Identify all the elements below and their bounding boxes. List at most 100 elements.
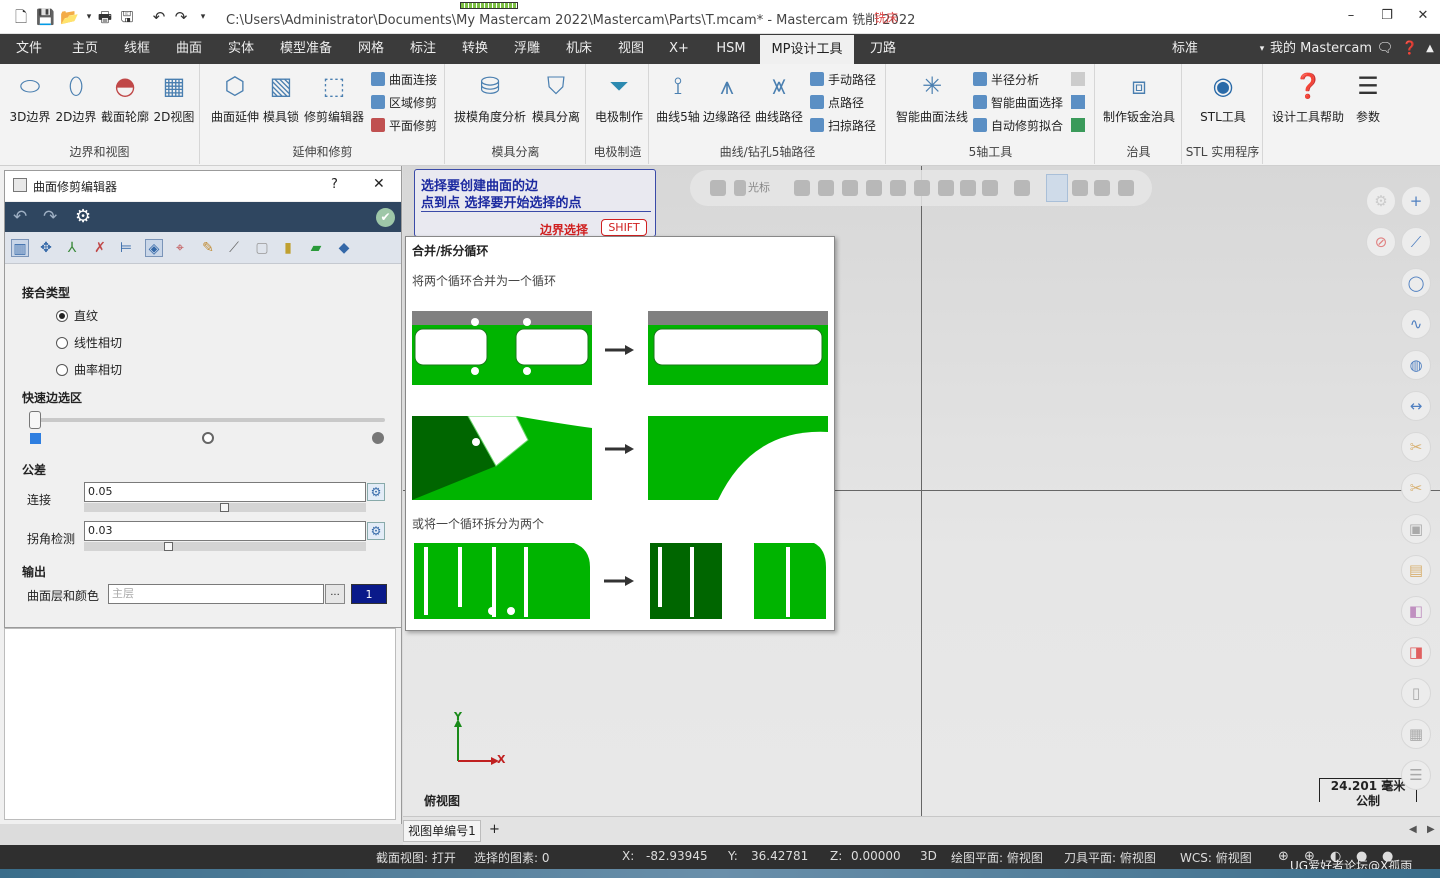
arrow-icon[interactable] <box>842 180 858 196</box>
radius-analysis-button[interactable]: 半径分析 <box>973 70 1039 90</box>
surface-join-button[interactable]: 曲面连接 <box>371 70 437 90</box>
tab-hsm[interactable]: HSM <box>708 34 754 64</box>
auto-trim-fit-button[interactable]: 自动修剪拟合 <box>973 116 1063 136</box>
break-circle-icon[interactable]: ✂ <box>1401 473 1431 503</box>
workspace-label[interactable]: 标准 <box>1160 34 1210 64</box>
tab-relief[interactable]: 浮雕 <box>504 34 550 64</box>
trim-editor-button[interactable]: ⬚ 修剪编辑器 <box>303 70 365 125</box>
extra-tool-icon[interactable] <box>1071 95 1085 109</box>
color-swatch-button[interactable]: 1 <box>351 584 387 604</box>
select-icon[interactable] <box>1072 180 1088 196</box>
open-icon[interactable]: 📂 <box>60 8 79 26</box>
account-link[interactable]: 我的 Mastercam <box>1270 34 1372 64</box>
stl-tools-button[interactable]: ◉ STL工具 <box>1187 70 1259 125</box>
select-icon[interactable] <box>960 180 976 196</box>
mold-lock-button[interactable]: ▧ 模具锁 <box>261 70 301 125</box>
curve-5axis-button[interactable]: ⟟ 曲线5轴 <box>654 70 702 125</box>
scroll-left-icon[interactable]: ◀ <box>1409 824 1417 835</box>
smart-surface-normal-button[interactable]: ✳ 智能曲面法线 <box>891 70 973 125</box>
fillet-circle-icon[interactable]: ◨ <box>1401 637 1431 667</box>
2d-boundary-button[interactable]: ⬯ 2D边界 <box>54 70 98 125</box>
cursor-label[interactable]: 光标 <box>748 179 770 195</box>
cursor-icon[interactable] <box>734 180 746 196</box>
radio-linear-tangent[interactable]: 线性相切 <box>56 334 122 351</box>
tab-solids[interactable]: 实体 <box>218 34 264 64</box>
minimize-button[interactable]: – <box>1336 6 1366 26</box>
help-icon[interactable]: ❓ <box>1400 34 1420 64</box>
patch-icon[interactable]: ◆ <box>335 239 353 257</box>
select-icon[interactable] <box>914 180 930 196</box>
xyz-icon[interactable] <box>794 180 810 196</box>
design-tools-help-button[interactable]: ❓ 设计工具帮助 <box>1270 70 1346 125</box>
grid-circle-icon[interactable]: ▦ <box>1401 719 1431 749</box>
ok-check-icon[interactable]: ✔ <box>376 208 395 227</box>
tab-xplus[interactable]: X+ <box>660 34 698 64</box>
select-icon[interactable] <box>1118 180 1134 196</box>
redo-icon[interactable]: ↷ <box>43 207 57 227</box>
construction-plane-status[interactable]: 绘图平面: 俯视图 <box>951 849 1043 866</box>
move-icon[interactable]: ✥ <box>37 239 55 257</box>
sheet-fixture-button[interactable]: ⧈ 制作钣金治具 <box>1100 70 1178 125</box>
collapse-ribbon-icon[interactable]: ▲ <box>1424 34 1436 64</box>
lock-icon[interactable] <box>710 180 726 196</box>
parameters-button[interactable]: ☰ 参数 <box>1348 70 1388 125</box>
corner-slider-track[interactable] <box>84 542 366 551</box>
corner-slider-thumb[interactable] <box>164 542 173 551</box>
draft-angle-button[interactable]: ⛁ 拔模角度分析 <box>452 70 528 125</box>
select-icon[interactable] <box>938 180 954 196</box>
settings-gear-icon[interactable]: ⚙ <box>75 206 91 227</box>
2d-view-button[interactable]: ▦ 2D视图 <box>152 70 196 125</box>
tool-plane-status[interactable]: 刀具平面: 俯视图 <box>1064 849 1156 866</box>
window-select-icon[interactable] <box>1014 180 1030 196</box>
tab-wireframe[interactable]: 线框 <box>114 34 160 64</box>
quick-edge-slider-track[interactable] <box>31 418 385 422</box>
delete-icon[interactable]: ✗ <box>91 239 109 257</box>
merge-loop-icon[interactable]: ◈ <box>145 239 163 257</box>
corner-settings-icon[interactable]: ⚙ <box>367 522 385 540</box>
tab-file[interactable]: 文件 <box>6 34 52 64</box>
plane-trim-button[interactable]: 平面修剪 <box>371 116 437 136</box>
smart-surface-select-button[interactable]: 智能曲面选择 <box>973 93 1063 113</box>
sweep-path-button[interactable]: 扫掠路径 <box>810 116 876 136</box>
undo-icon[interactable]: ↶ <box>150 8 168 26</box>
dialog-close-button[interactable]: ✕ <box>373 176 385 192</box>
point-plus-icon[interactable] <box>818 180 834 196</box>
curve-path-button[interactable]: ⩙ 曲线路径 <box>754 70 804 125</box>
select-icon[interactable] <box>982 180 998 196</box>
select-icon[interactable] <box>866 180 882 196</box>
corner-tolerance-input[interactable]: 0.03 <box>84 521 366 541</box>
globe-icon[interactable]: ⊕ <box>1278 849 1289 864</box>
surface-icon[interactable]: ▰ <box>307 239 325 257</box>
manual-path-button[interactable]: 手动路径 <box>810 70 876 90</box>
extrude-circle-icon[interactable]: ▤ <box>1401 555 1431 585</box>
customize-dropdown-icon[interactable]: ▾ <box>194 8 212 26</box>
circle-circle-icon[interactable]: ◯ <box>1401 268 1431 298</box>
select-icon[interactable] <box>890 180 906 196</box>
branch-icon[interactable]: ⅄ <box>63 239 81 257</box>
connect-tolerance-input[interactable]: 0.05 <box>84 482 366 502</box>
layer-input[interactable]: 主层 <box>108 584 324 604</box>
shell-circle-icon[interactable]: ▯ <box>1401 678 1431 708</box>
redo-icon[interactable]: ↷ <box>172 8 190 26</box>
section-profile-button[interactable]: ◓ 截面轮廓 <box>100 70 150 125</box>
tab-view[interactable]: 视图 <box>608 34 654 64</box>
wcs-status[interactable]: WCS: 俯视图 <box>1180 849 1252 866</box>
tab-mp-design-tools[interactable]: MP设计工具 <box>760 34 854 64</box>
add-circle-icon[interactable]: + <box>1401 186 1431 216</box>
edit-icon[interactable]: ✎ <box>199 239 217 257</box>
tab-toolpaths[interactable]: 刀路 <box>860 34 906 64</box>
radio-curvature-tangent[interactable]: 曲率相切 <box>56 361 122 378</box>
tab-sheet-1[interactable]: 视图单编号1 <box>403 820 481 842</box>
3d-boundary-button[interactable]: ⬭ 3D边界 <box>8 70 52 125</box>
layer-browse-button[interactable]: ... <box>325 584 345 604</box>
area-trim-button[interactable]: 区域修剪 <box>371 93 437 113</box>
trim-circle-icon[interactable]: ✂ <box>1401 432 1431 462</box>
connect-slider-thumb[interactable] <box>220 503 229 512</box>
select-icon[interactable] <box>1094 180 1110 196</box>
new-file-icon[interactable]: 🗋 <box>12 8 30 26</box>
close-window-button[interactable]: ✕ <box>1408 6 1438 26</box>
no-entry-circle-icon[interactable]: ⊘ <box>1366 227 1396 257</box>
layers-circle-icon[interactable]: ☰ <box>1401 760 1431 790</box>
save-as-icon[interactable]: 🖫 <box>118 8 136 26</box>
tab-model-prep[interactable]: 模型准备 <box>274 34 338 64</box>
